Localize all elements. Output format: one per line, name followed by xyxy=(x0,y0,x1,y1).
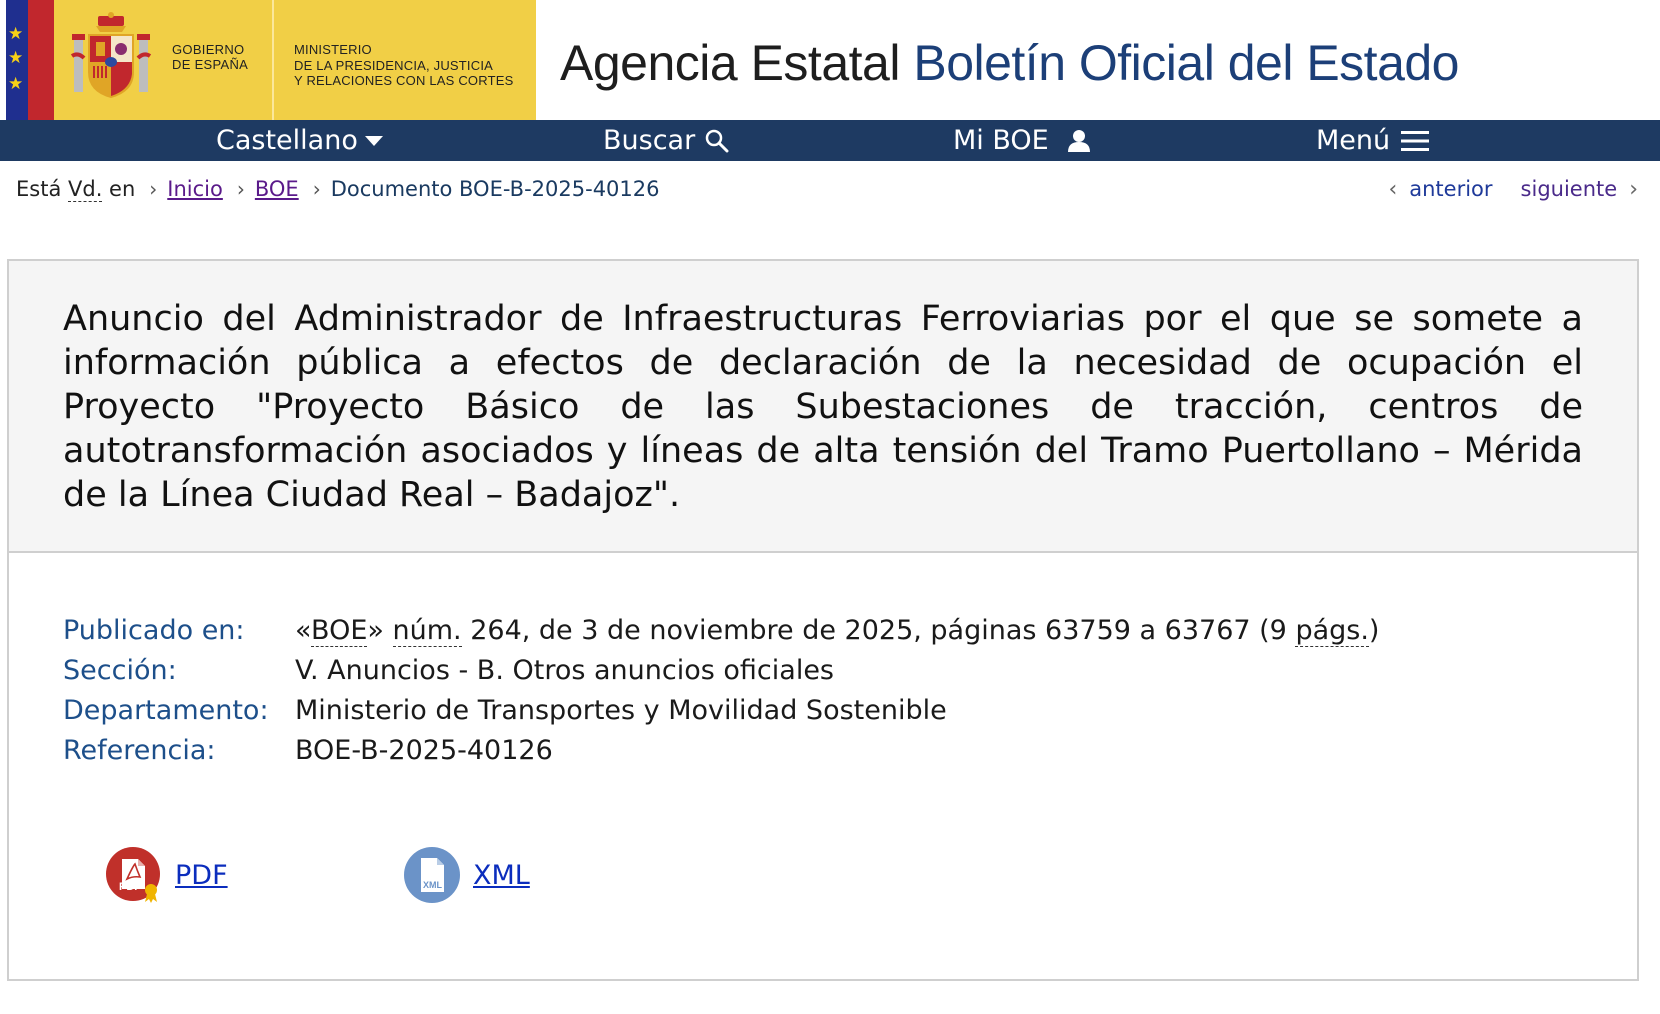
star-icon: ★ xyxy=(8,74,24,94)
department-value: Ministerio de Transportes y Movilidad So… xyxy=(295,695,947,726)
next-document-link[interactable]: siguiente xyxy=(1521,177,1618,201)
previous-document-link[interactable]: anterior xyxy=(1409,177,1492,201)
meta-row-reference: Referencia: BOE-B-2025-40126 xyxy=(63,731,1563,771)
chevron-left-icon[interactable]: ‹ xyxy=(1388,177,1397,202)
eu-spain-flag-strip: ★ ★ ★ xyxy=(6,0,54,120)
meta-row-published: Publicado en: «BOE» núm. 264, de 3 de no… xyxy=(63,611,1563,651)
breadcrumb: Está Vd. en › Inicio › BOE › Documento B… xyxy=(16,174,660,204)
published-text: 264, de 3 de noviembre de 2025, páginas … xyxy=(461,615,1296,646)
hamburger-menu-icon xyxy=(1401,130,1430,151)
published-text: « xyxy=(295,615,312,646)
pdf-download[interactable]: PDF PDF xyxy=(105,845,228,905)
eu-flag: ★ ★ ★ xyxy=(6,0,28,120)
meta-row-department: Departamento: Ministerio de Transportes … xyxy=(63,691,1563,731)
section-label: Sección: xyxy=(63,655,177,686)
breadcrumb-boe-link[interactable]: BOE xyxy=(255,177,299,201)
published-text: » xyxy=(367,615,393,646)
pdf-link[interactable]: PDF xyxy=(175,860,228,891)
government-name: Gobierno de España xyxy=(172,42,248,72)
language-label: Castellano xyxy=(216,125,358,156)
chevron-right-icon[interactable]: › xyxy=(1629,177,1638,202)
abbr-vd: Vd. xyxy=(68,177,103,202)
prev-next-nav: ‹ anterior siguiente › xyxy=(1388,174,1638,204)
download-links: PDF PDF XML XML xyxy=(105,845,705,905)
ministry-line: y Relaciones con las Cortes xyxy=(294,73,514,88)
reference-label: Referencia: xyxy=(63,735,216,766)
government-logo-block[interactable]: Gobierno de España Ministerio de la Pres… xyxy=(54,0,536,120)
gov-line: Gobierno xyxy=(172,42,245,57)
published-text: ) xyxy=(1368,615,1380,646)
pdf-file-icon[interactable]: PDF xyxy=(105,846,163,904)
document-title-panel: Anuncio del Administrador de Infraestruc… xyxy=(9,261,1637,553)
abbr-pags: págs. xyxy=(1295,615,1369,647)
chevron-right-icon: › xyxy=(312,177,321,201)
department-label: Departamento: xyxy=(63,695,269,726)
coat-of-arms-icon xyxy=(70,12,152,98)
site-title[interactable]: Agencia Estatal Boletín Oficial del Esta… xyxy=(560,34,1459,92)
xml-file-icon[interactable]: XML xyxy=(403,846,461,904)
language-selector[interactable]: Castellano xyxy=(216,120,384,161)
star-icon: ★ xyxy=(8,48,24,68)
gov-line: de España xyxy=(172,57,249,72)
logo-divider xyxy=(272,0,274,120)
my-boe-label: Mi BOE xyxy=(953,125,1049,156)
chevron-right-icon: › xyxy=(149,177,158,201)
xml-download[interactable]: XML XML xyxy=(403,845,530,905)
site-header: ★ ★ ★ GOBIERNO DE ESPAÑA MINISTERIO DE L… xyxy=(0,0,1660,120)
ministry-name: Ministerio de la Presidencia, Justicia y… xyxy=(294,42,513,89)
search-button[interactable]: Buscar xyxy=(603,120,729,161)
published-label: Publicado en: xyxy=(63,615,245,646)
document-box: Anuncio del Administrador de Infraestruc… xyxy=(7,259,1639,981)
site-title-main: Boletín Oficial del Estado xyxy=(913,35,1459,91)
my-boe-button[interactable]: Mi BOE xyxy=(953,120,1093,161)
ministry-line: Ministerio xyxy=(294,42,372,57)
search-icon xyxy=(705,129,729,152)
breadcrumb-prefix-text: Está xyxy=(16,177,68,201)
search-label: Buscar xyxy=(603,125,696,156)
document-metadata: Publicado en: «BOE» núm. 264, de 3 de no… xyxy=(63,611,1563,771)
meta-row-section: Sección: V. Anuncios - B. Otros anuncios… xyxy=(63,651,1563,691)
ministry-line: de la Presidencia, Justicia xyxy=(294,57,494,73)
reference-value: BOE-B-2025-40126 xyxy=(295,735,553,766)
main-nav: Castellano Buscar Mi BOE Menú xyxy=(0,120,1660,161)
document-title: Anuncio del Administrador de Infraestruc… xyxy=(63,299,1583,515)
abbr-num: núm. xyxy=(392,615,462,647)
breadcrumb-current: Documento BOE-B-2025-40126 xyxy=(330,177,660,201)
caret-down-icon xyxy=(364,135,383,146)
menu-label: Menú xyxy=(1316,125,1391,156)
user-icon xyxy=(1067,129,1090,152)
xml-icon-text: XML xyxy=(423,880,443,890)
spain-flag-red xyxy=(28,0,54,120)
published-value: «BOE» núm. 264, de 3 de noviembre de 202… xyxy=(295,611,1379,651)
chevron-right-icon: › xyxy=(236,177,245,201)
breadcrumb-prefix-text: en xyxy=(102,177,136,201)
breadcrumb-home-link[interactable]: Inicio xyxy=(167,177,223,201)
site-title-prefix: Agencia Estatal xyxy=(560,35,900,91)
menu-button[interactable]: Menú xyxy=(1316,120,1430,161)
section-value: V. Anuncios - B. Otros anuncios oficiale… xyxy=(295,655,834,686)
pdf-icon-text: PDF xyxy=(119,881,141,893)
abbr-boe: BOE xyxy=(311,615,368,647)
breadcrumb-prefix: Está Vd. en xyxy=(16,177,136,202)
star-icon: ★ xyxy=(8,24,24,44)
xml-link[interactable]: XML xyxy=(473,860,530,891)
